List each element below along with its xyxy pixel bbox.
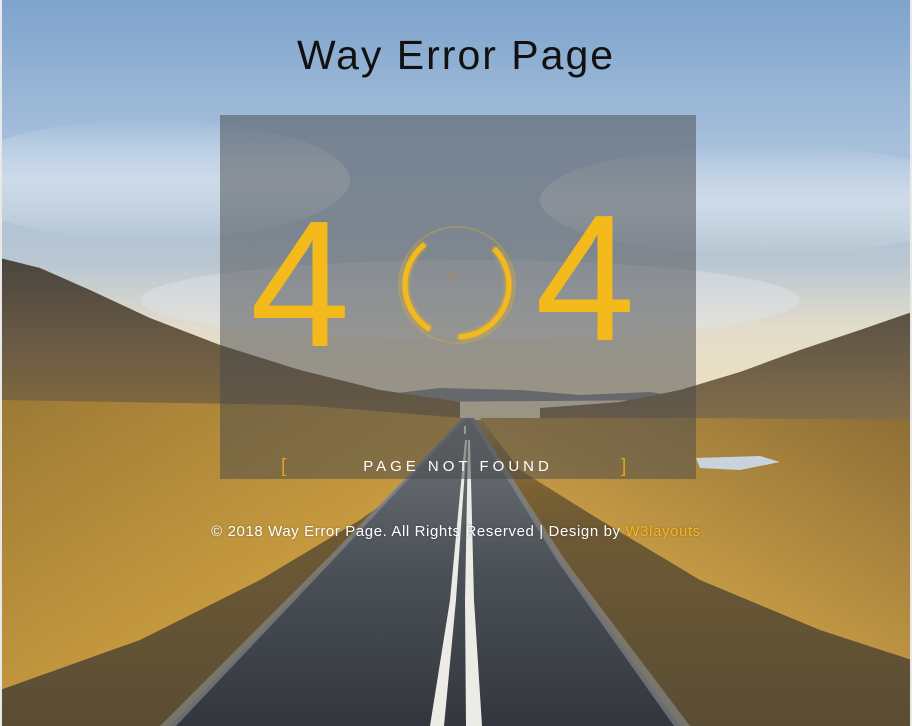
copyright-text: © 2018 Way Error Page. All Rights Reserv… — [211, 523, 626, 540]
error-code-digit-right: 4 — [535, 178, 636, 379]
error-panel: 4 4 [ PAGE NOT FOUND ] — [220, 115, 696, 479]
zero-ring-icon — [398, 226, 516, 344]
footer-copyright: © 2018 Way Error Page. All Rights Reserv… — [0, 523, 912, 540]
error-code-digit-left: 4 — [250, 184, 351, 385]
w3layouts-link[interactable]: W3layouts — [625, 523, 700, 540]
status-bracket-right: ] — [621, 456, 627, 477]
page-title: Way Error Page — [296, 32, 616, 78]
page-left-border — [0, 0, 2, 726]
